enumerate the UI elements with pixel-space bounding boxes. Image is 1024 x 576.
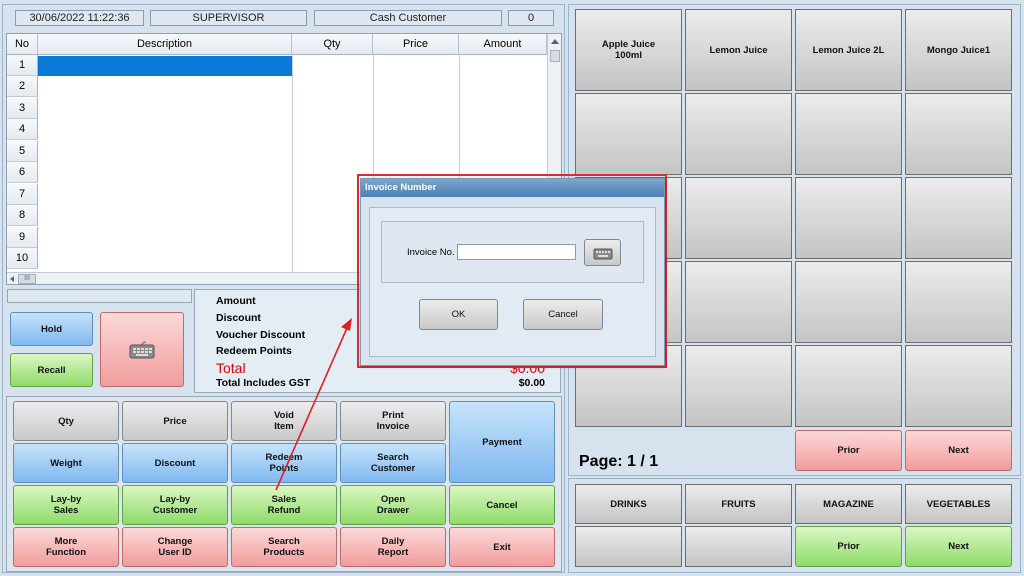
invoice-no-input[interactable] xyxy=(457,244,576,260)
dialog-keyboard-button[interactable] xyxy=(584,239,621,266)
dialog-ok-button[interactable]: OK xyxy=(419,299,498,330)
dialog-title-bar[interactable]: Invoice Number xyxy=(361,179,664,197)
invoice-number-dialog: Invoice Number Invoice No. OK Cancel xyxy=(360,178,665,366)
dialog-cancel-button[interactable]: Cancel xyxy=(523,299,603,330)
keyboard-icon xyxy=(593,248,612,259)
invoice-no-label: Invoice No. xyxy=(407,247,455,258)
dialog-title: Invoice Number xyxy=(365,182,437,193)
